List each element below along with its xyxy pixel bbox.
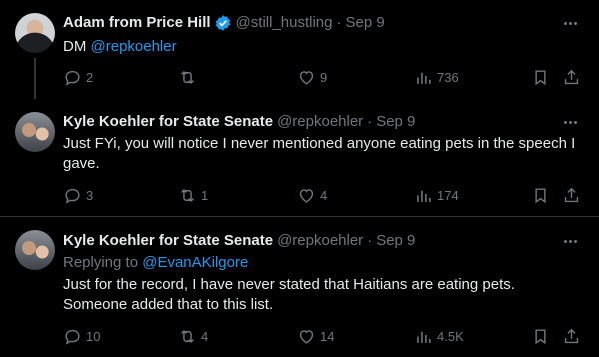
author-handle[interactable]: @repkoehler [277,231,363,251]
avatar[interactable] [15,230,55,270]
view-count: 736 [437,70,459,85]
avatar[interactable] [15,13,55,53]
replying-to-handle[interactable]: @EvanAKilgore [142,254,248,271]
tweet-date[interactable]: Sep 9 [376,231,415,251]
reply-count: 3 [86,188,94,203]
timeline: Adam from Price Hill @still_hustling · S… [0,0,599,357]
tweet-date[interactable]: Sep 9 [345,13,384,33]
views-icon [414,186,433,205]
views-icon [414,68,433,87]
reply-button[interactable]: 3 [63,186,93,205]
share-button[interactable] [562,186,581,205]
bookmark-button[interactable] [531,327,550,346]
views-button[interactable]: 736 [414,68,459,87]
replying-to: Replying to @EvanAKilgore [63,253,248,273]
tweet-header: Kyle Koehler for State Senate @repkoehle… [63,231,415,251]
bookmark-icon [531,186,550,205]
repost-icon [178,327,197,346]
share-button[interactable] [562,68,581,87]
bookmark-icon [531,327,550,346]
repost-icon [178,68,197,87]
like-count: 9 [320,70,328,85]
reply-icon [63,186,82,205]
bookmark-button[interactable] [531,68,550,87]
repost-count: 4 [201,329,209,344]
author-name[interactable]: Adam from Price Hill [63,13,211,33]
like-icon [297,327,316,346]
separator-dot: · [367,113,373,130]
reply-count: 2 [86,70,94,85]
like-icon [297,68,316,87]
repost-icon [178,186,197,205]
avatar[interactable] [15,112,55,152]
separator-dot: · [336,14,342,31]
reply-button[interactable]: 2 [63,68,93,87]
reply-button[interactable]: 10 [63,327,100,346]
reply-icon [63,68,82,87]
action-bar: 10 4 14 4.5K [63,327,583,347]
author-handle[interactable]: @repkoehler [277,112,363,132]
share-icon [562,68,581,87]
like-button[interactable]: 4 [297,186,327,205]
action-bar: 2 9 736 [63,68,583,88]
repost-button[interactable]: 4 [178,327,208,346]
bookmark-button[interactable] [531,186,550,205]
author-name[interactable]: Kyle Koehler for State Senate [63,231,273,251]
tweet-text: DM @repkoehler [63,37,583,57]
view-count: 174 [437,188,459,203]
views-icon [414,327,433,346]
repost-count: 1 [201,188,209,203]
like-count: 14 [320,329,335,344]
thread-connector [34,58,36,99]
separator-dot: · [367,232,373,249]
views-button[interactable]: 174 [414,186,459,205]
tweet-text-prefix: DM [63,38,91,55]
repost-button[interactable] [178,68,201,87]
like-button[interactable]: 14 [297,327,334,346]
view-count: 4.5K [437,329,464,344]
like-button[interactable]: 9 [297,68,327,87]
like-count: 4 [320,188,328,203]
verified-badge-icon [214,14,232,32]
author-name[interactable]: Kyle Koehler for State Senate [63,112,273,132]
reply-count: 10 [86,329,101,344]
tweet-text: Just FYi, you will notice I never mentio… [63,135,576,172]
tweet-header: Adam from Price Hill @still_hustling · S… [63,13,385,33]
more-icon[interactable] [559,231,581,251]
tweet-text: Just for the record, I have never stated… [63,276,515,313]
mention-link[interactable]: @repkoehler [91,38,177,55]
more-icon[interactable] [559,112,581,132]
more-icon[interactable] [559,13,581,33]
share-icon [562,327,581,346]
reply-icon [63,327,82,346]
author-handle[interactable]: @still_hustling [236,13,333,33]
like-icon [297,186,316,205]
action-bar: 3 1 4 174 [63,186,583,206]
tweet-header: Kyle Koehler for State Senate @repkoehle… [63,112,415,132]
replying-to-label: Replying to [63,254,143,271]
share-icon [562,186,581,205]
tweet-date[interactable]: Sep 9 [376,112,415,132]
repost-button[interactable]: 1 [178,186,208,205]
views-button[interactable]: 4.5K [414,327,464,346]
bookmark-icon [531,68,550,87]
share-button[interactable] [562,327,581,346]
